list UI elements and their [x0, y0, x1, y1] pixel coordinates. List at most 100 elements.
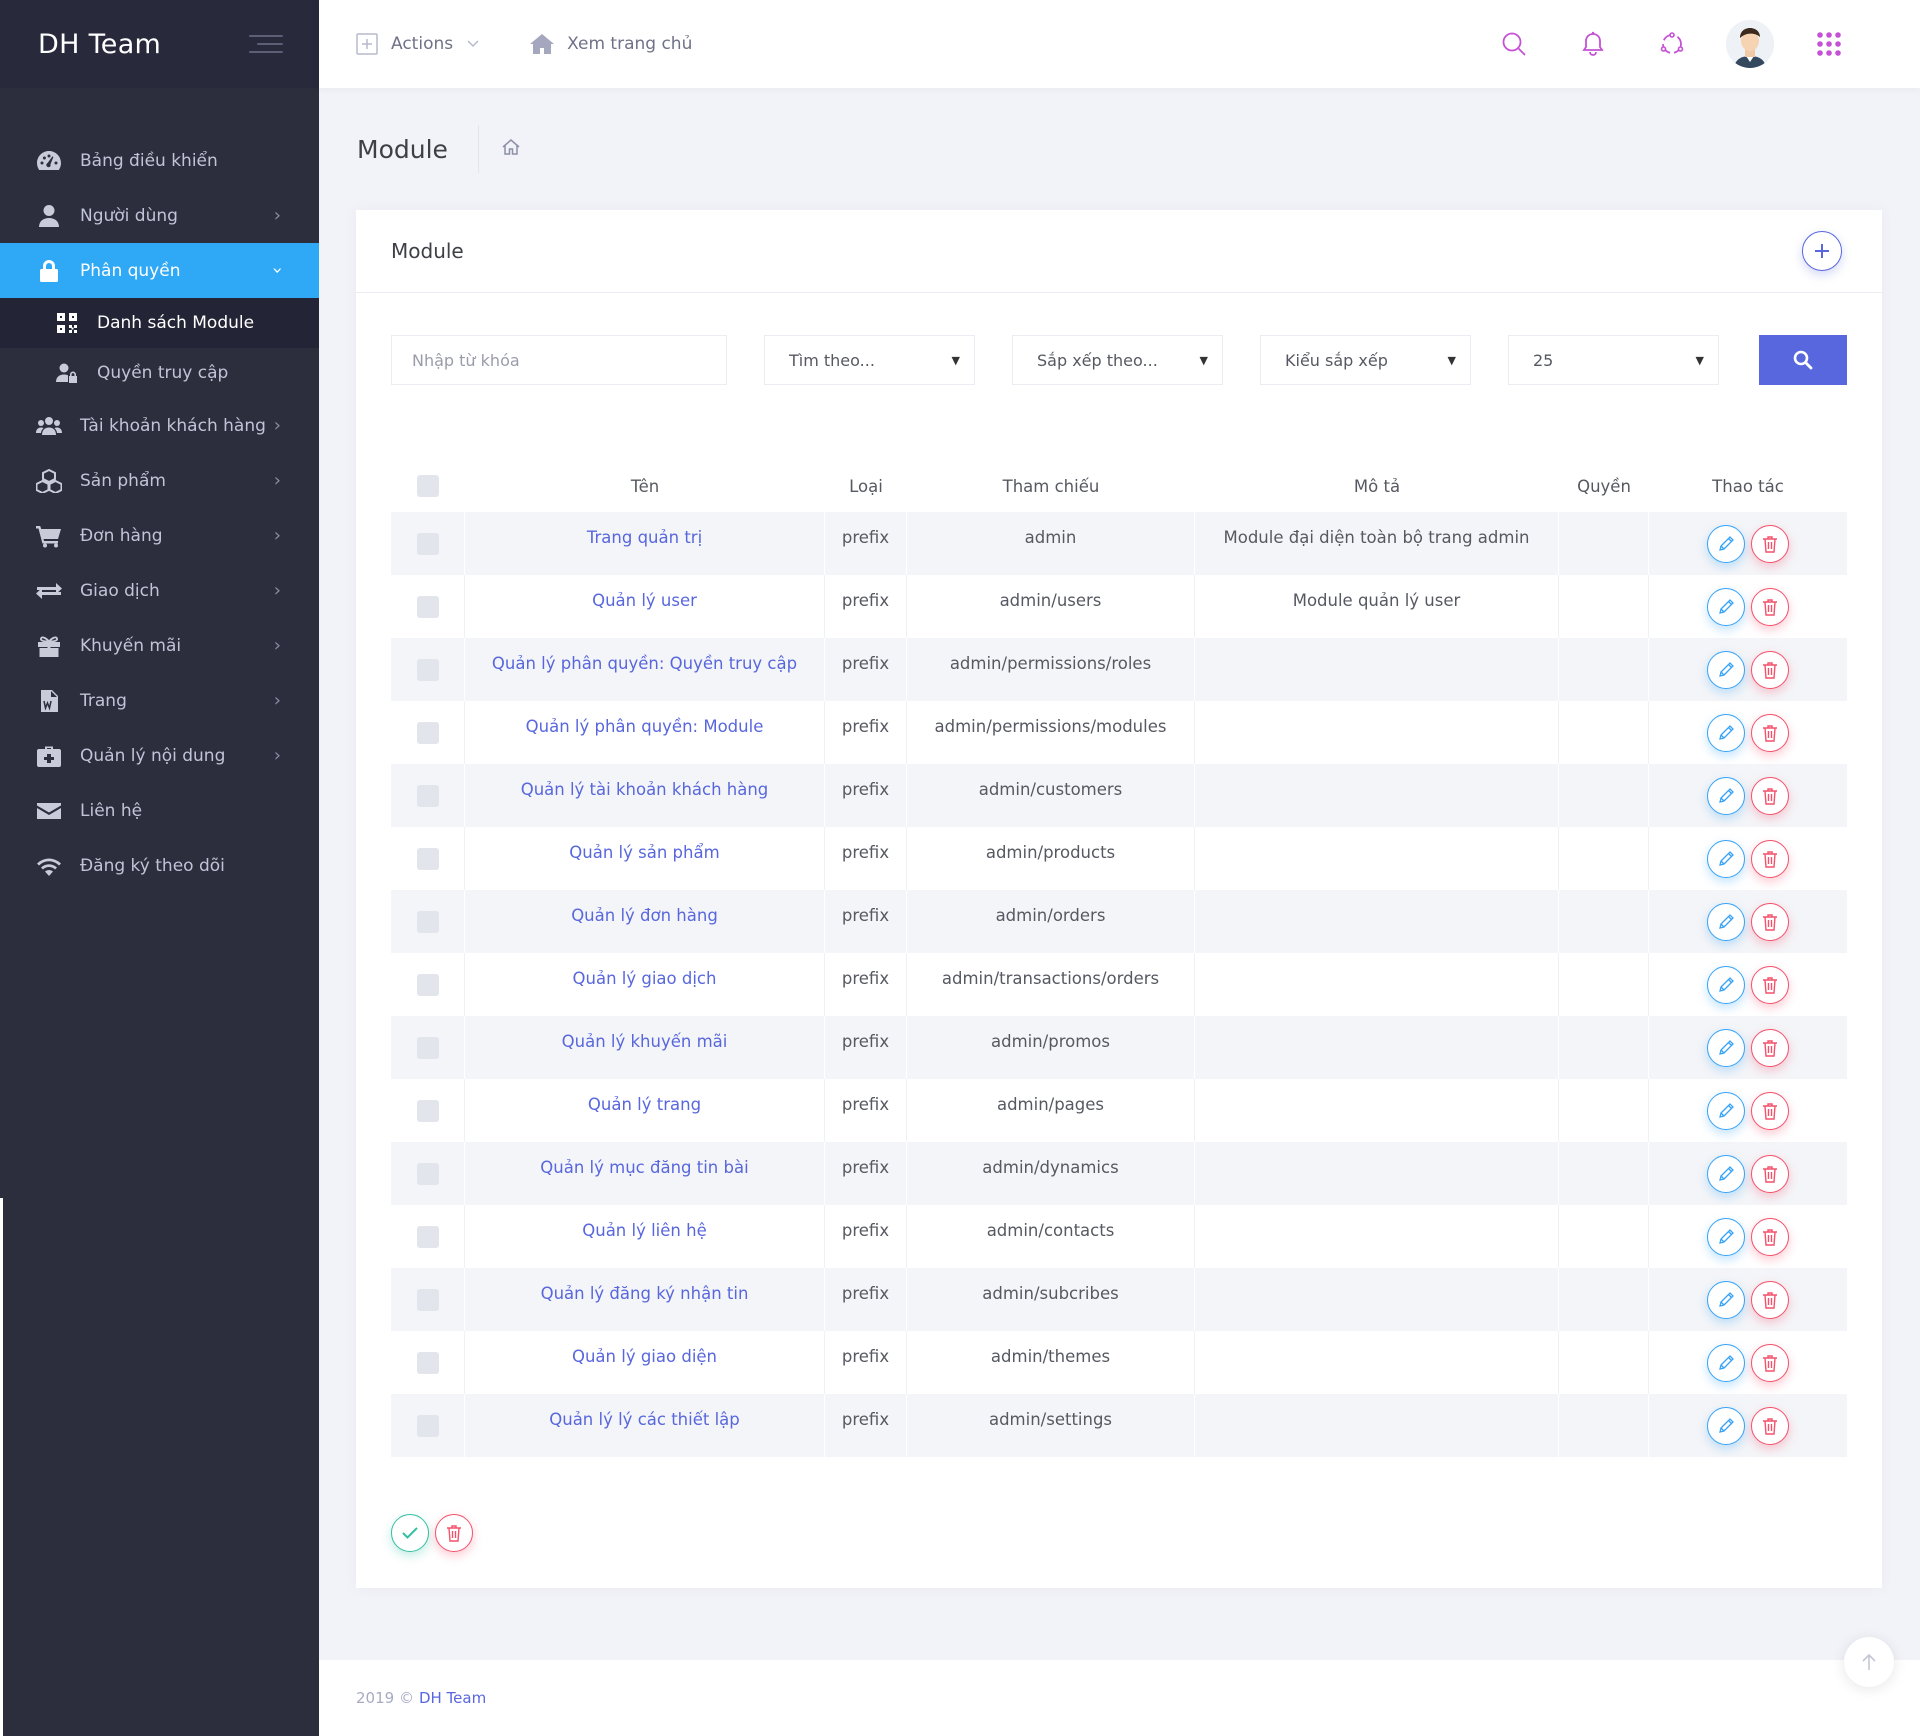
bulk-delete-button[interactable]: [435, 1514, 473, 1552]
delete-button[interactable]: [1751, 587, 1789, 626]
module-name-link[interactable]: Quản lý trang: [465, 1079, 825, 1142]
row-checkbox[interactable]: [416, 1099, 439, 1122]
sidebar-item-cubes[interactable]: Sản phẩm ›: [0, 453, 319, 508]
module-name-link[interactable]: Quản lý mục đăng tin bài: [465, 1142, 825, 1205]
sidebar-subitem-label: Danh sách Module: [97, 313, 255, 333]
sidebar-item-word-file[interactable]: Trang ›: [0, 673, 319, 728]
delete-button[interactable]: [1751, 1217, 1789, 1256]
delete-button[interactable]: [1751, 1343, 1789, 1382]
delete-button[interactable]: [1751, 839, 1789, 878]
sidebar-item-user[interactable]: Người dùng ›: [0, 188, 319, 243]
edit-button[interactable]: [1707, 1028, 1745, 1067]
edit-button[interactable]: [1707, 776, 1745, 815]
edit-button[interactable]: [1707, 1217, 1745, 1256]
module-description: [1195, 1394, 1559, 1457]
edit-button[interactable]: [1707, 1406, 1745, 1445]
edit-button[interactable]: [1707, 650, 1745, 689]
sidebar-item-users[interactable]: Tài khoản khách hàng ›: [0, 398, 319, 453]
module-name-link[interactable]: Quản lý liên hệ: [465, 1205, 825, 1268]
sidebar-item-exchange[interactable]: Giao dịch ›: [0, 563, 319, 618]
per-page-select[interactable]: 25 ▼: [1508, 335, 1719, 385]
edit-button[interactable]: [1707, 1280, 1745, 1319]
row-checkbox[interactable]: [416, 784, 439, 807]
delete-button[interactable]: [1751, 1154, 1789, 1193]
row-checkbox[interactable]: [416, 1414, 439, 1437]
edit-button[interactable]: [1707, 1091, 1745, 1130]
module-name-link[interactable]: Quản lý lý các thiết lập: [465, 1394, 825, 1457]
chevron-right-icon: ›: [273, 580, 281, 601]
module-name-link[interactable]: Quản lý giao dịch: [465, 953, 825, 1016]
edit-button[interactable]: [1707, 965, 1745, 1004]
module-name-link[interactable]: Quản lý phân quyền: Module: [465, 701, 825, 764]
row-checkbox[interactable]: [416, 973, 439, 996]
actions-dropdown[interactable]: Actions: [355, 32, 479, 56]
edit-button[interactable]: [1707, 587, 1745, 626]
breadcrumb-home-icon[interactable]: [501, 138, 521, 161]
sidebar-toggle-icon[interactable]: [249, 35, 283, 53]
edit-button[interactable]: [1707, 1343, 1745, 1382]
sidebar-item-envelope[interactable]: Liên hệ: [0, 783, 319, 838]
row-checkbox[interactable]: [416, 1162, 439, 1185]
bell-icon[interactable]: [1553, 31, 1632, 57]
sidebar-item-lock[interactable]: Phân quyền ›: [0, 243, 319, 298]
module-name-link[interactable]: Quản lý tài khoản khách hàng: [465, 764, 825, 827]
module-name-link[interactable]: Quản lý phân quyền: Quyền truy cập: [465, 638, 825, 701]
delete-button[interactable]: [1751, 776, 1789, 815]
row-checkbox[interactable]: [416, 658, 439, 681]
delete-button[interactable]: [1751, 713, 1789, 752]
brand-name[interactable]: DH Team: [38, 29, 161, 60]
module-name-link[interactable]: Quản lý đăng ký nhận tin: [465, 1268, 825, 1331]
sidebar-item-wifi[interactable]: Đăng ký theo dõi: [0, 838, 319, 893]
sort-type-select[interactable]: Kiểu sắp xếp ▼: [1260, 335, 1471, 385]
edit-button[interactable]: [1707, 713, 1745, 752]
delete-button[interactable]: [1751, 1406, 1789, 1445]
delete-button[interactable]: [1751, 1280, 1789, 1319]
scroll-top-button[interactable]: [1844, 1637, 1894, 1687]
row-checkbox[interactable]: [416, 1036, 439, 1059]
sidebar-item-dashboard[interactable]: Bảng điều khiển: [0, 133, 319, 188]
add-module-button[interactable]: [1802, 231, 1842, 271]
delete-button[interactable]: [1751, 1091, 1789, 1130]
row-checkbox[interactable]: [416, 1288, 439, 1311]
sort-by-select[interactable]: Sắp xếp theo... ▼: [1012, 335, 1223, 385]
row-checkbox[interactable]: [416, 595, 439, 618]
row-checkbox[interactable]: [416, 1225, 439, 1248]
delete-button[interactable]: [1751, 902, 1789, 941]
delete-button[interactable]: [1751, 650, 1789, 689]
sidebar-subitem-qrcode[interactable]: Danh sách Module: [0, 298, 319, 348]
row-checkbox[interactable]: [416, 847, 439, 870]
edit-button[interactable]: [1707, 1154, 1745, 1193]
module-name-link[interactable]: Quản lý sản phẩm: [465, 827, 825, 890]
module-name-link[interactable]: Quản lý giao diện: [465, 1331, 825, 1394]
delete-button[interactable]: [1751, 524, 1789, 563]
row-checkbox[interactable]: [416, 532, 439, 555]
module-name-link[interactable]: Quản lý khuyến mãi: [465, 1016, 825, 1079]
row-checkbox[interactable]: [416, 1351, 439, 1374]
search-by-select[interactable]: Tìm theo... ▼: [764, 335, 975, 385]
select-all-checkbox[interactable]: [417, 475, 439, 497]
search-icon[interactable]: [1474, 31, 1553, 57]
module-name-link[interactable]: Trang quản trị: [465, 512, 825, 575]
avatar[interactable]: [1726, 20, 1774, 68]
sync-icon[interactable]: [1632, 31, 1711, 57]
delete-button[interactable]: [1751, 1028, 1789, 1067]
module-description: [1195, 1142, 1559, 1205]
view-homepage-link[interactable]: Xem trang chủ: [529, 33, 692, 55]
edit-button[interactable]: [1707, 902, 1745, 941]
module-name-link[interactable]: Quản lý đơn hàng: [465, 890, 825, 953]
row-checkbox[interactable]: [416, 721, 439, 744]
footer-brand-link[interactable]: DH Team: [419, 1689, 486, 1707]
sidebar-item-cart[interactable]: Đơn hàng ›: [0, 508, 319, 563]
search-button[interactable]: [1759, 335, 1847, 385]
sidebar-item-medkit[interactable]: Quản lý nội dung ›: [0, 728, 319, 783]
edit-button[interactable]: [1707, 524, 1745, 563]
bulk-approve-button[interactable]: [391, 1514, 429, 1552]
keyword-input[interactable]: [391, 335, 727, 385]
edit-button[interactable]: [1707, 839, 1745, 878]
apps-grid-icon[interactable]: [1789, 31, 1868, 57]
sidebar-subitem-user-lock[interactable]: Quyền truy cập: [0, 348, 319, 398]
module-name-link[interactable]: Quản lý user: [465, 575, 825, 638]
sidebar-item-gift[interactable]: Khuyến mãi ›: [0, 618, 319, 673]
delete-button[interactable]: [1751, 965, 1789, 1004]
row-checkbox[interactable]: [416, 910, 439, 933]
